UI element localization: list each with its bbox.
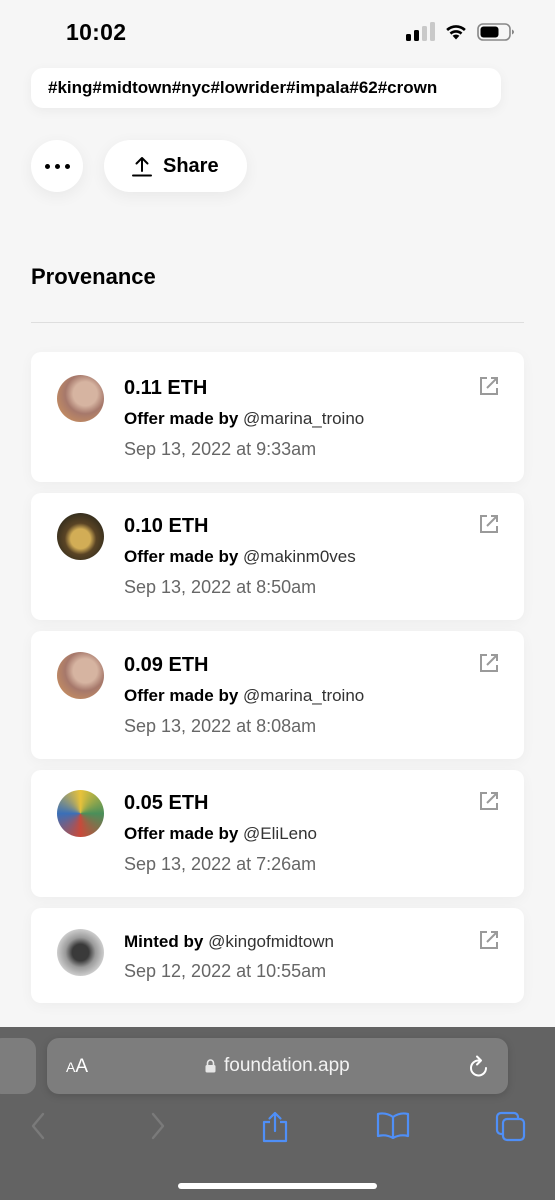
wifi-icon — [446, 25, 466, 40]
avatar[interactable] — [57, 375, 104, 422]
offer-actor: Offer made by @makinm0ves — [124, 547, 356, 567]
status-bar: 10:02 — [0, 0, 555, 60]
more-options-button[interactable] — [31, 140, 83, 192]
back-icon[interactable] — [30, 1111, 46, 1141]
lock-icon — [205, 1059, 216, 1073]
provenance-card[interactable]: 0.09 ETH Offer made by @marina_troino Se… — [31, 631, 524, 759]
tags-pill[interactable]: #king#midtown#nyc#lowrider#impala#62#cro… — [31, 68, 501, 108]
more-dot-icon — [54, 163, 60, 169]
reader-text-size-button[interactable]: AA — [66, 1056, 88, 1078]
action-label: Offer made by — [124, 824, 239, 843]
external-link-icon[interactable] — [478, 375, 500, 397]
home-indicator — [178, 1183, 377, 1189]
offer-price: 0.10 ETH — [124, 515, 209, 537]
more-dot-icon — [64, 163, 70, 169]
offer-price: 0.11 ETH — [124, 377, 208, 399]
cellular-signal-icon — [406, 22, 435, 41]
action-label: Offer made by — [124, 686, 239, 705]
url-display[interactable]: foundation.app — [205, 1055, 350, 1077]
status-icons — [406, 22, 515, 41]
avatar[interactable] — [57, 513, 104, 560]
user-handle-link[interactable]: @kingofmidtown — [208, 932, 334, 951]
avatar[interactable] — [57, 790, 104, 837]
offer-price: 0.05 ETH — [124, 792, 209, 814]
user-handle-link[interactable]: @EliLeno — [243, 824, 317, 843]
offer-date: Sep 13, 2022 at 8:08am — [124, 716, 317, 736]
external-link-icon[interactable] — [478, 652, 500, 674]
user-handle-link[interactable]: @marina_troino — [243, 686, 364, 705]
mint-actor: Minted by @kingofmidtown — [124, 932, 334, 952]
action-label: Offer made by — [124, 547, 239, 566]
action-label: Minted by — [124, 932, 204, 951]
more-dot-icon — [44, 163, 50, 169]
offer-date: Sep 13, 2022 at 8:50am — [124, 577, 317, 597]
bookmarks-icon[interactable] — [376, 1111, 410, 1139]
status-time: 10:02 — [66, 19, 127, 45]
avatar[interactable] — [57, 652, 104, 699]
offer-actor: Offer made by @marina_troino — [124, 686, 364, 706]
user-handle-link[interactable]: @makinm0ves — [243, 547, 356, 566]
share-label: Share — [163, 154, 219, 177]
external-link-icon[interactable] — [478, 929, 500, 951]
address-bar[interactable]: AA foundation.app — [47, 1038, 508, 1094]
reload-icon[interactable] — [468, 1054, 490, 1078]
share-sheet-icon[interactable] — [261, 1111, 289, 1143]
offer-date: Sep 13, 2022 at 7:26am — [124, 854, 317, 874]
browser-nav-row — [0, 1111, 555, 1145]
tabs-icon[interactable] — [495, 1111, 527, 1143]
user-handle-link[interactable]: @marina_troino — [243, 409, 364, 428]
provenance-card-minted[interactable]: Minted by @kingofmidtown Sep 12, 2022 at… — [31, 908, 524, 1003]
offer-date: Sep 13, 2022 at 9:33am — [124, 439, 317, 459]
external-link-icon[interactable] — [478, 790, 500, 812]
forward-icon[interactable] — [150, 1111, 166, 1141]
provenance-card[interactable]: 0.05 ETH Offer made by @EliLeno Sep 13, … — [31, 770, 524, 897]
avatar[interactable] — [57, 929, 104, 976]
provenance-card[interactable]: 0.11 ETH Offer made by @marina_troino Se… — [31, 352, 524, 482]
offer-price: 0.09 ETH — [124, 654, 209, 676]
aa-small: A — [66, 1059, 76, 1075]
browser-toolbar: AA foundation.app — [0, 1027, 555, 1200]
previous-tab-peek[interactable] — [0, 1038, 36, 1094]
battery-icon — [477, 22, 514, 41]
url-text: foundation.app — [224, 1055, 350, 1076]
share-upload-icon — [132, 157, 152, 177]
share-button[interactable]: Share — [104, 140, 247, 192]
divider — [31, 322, 524, 323]
action-label: Offer made by — [124, 409, 239, 428]
offer-actor: Offer made by @EliLeno — [124, 824, 317, 844]
provenance-title: Provenance — [31, 264, 156, 289]
provenance-card[interactable]: 0.10 ETH Offer made by @makinm0ves Sep 1… — [31, 493, 524, 620]
aa-large: A — [75, 1056, 89, 1077]
mint-date: Sep 12, 2022 at 10:55am — [124, 961, 327, 981]
external-link-icon[interactable] — [478, 513, 500, 535]
offer-actor: Offer made by @marina_troino — [124, 409, 364, 429]
